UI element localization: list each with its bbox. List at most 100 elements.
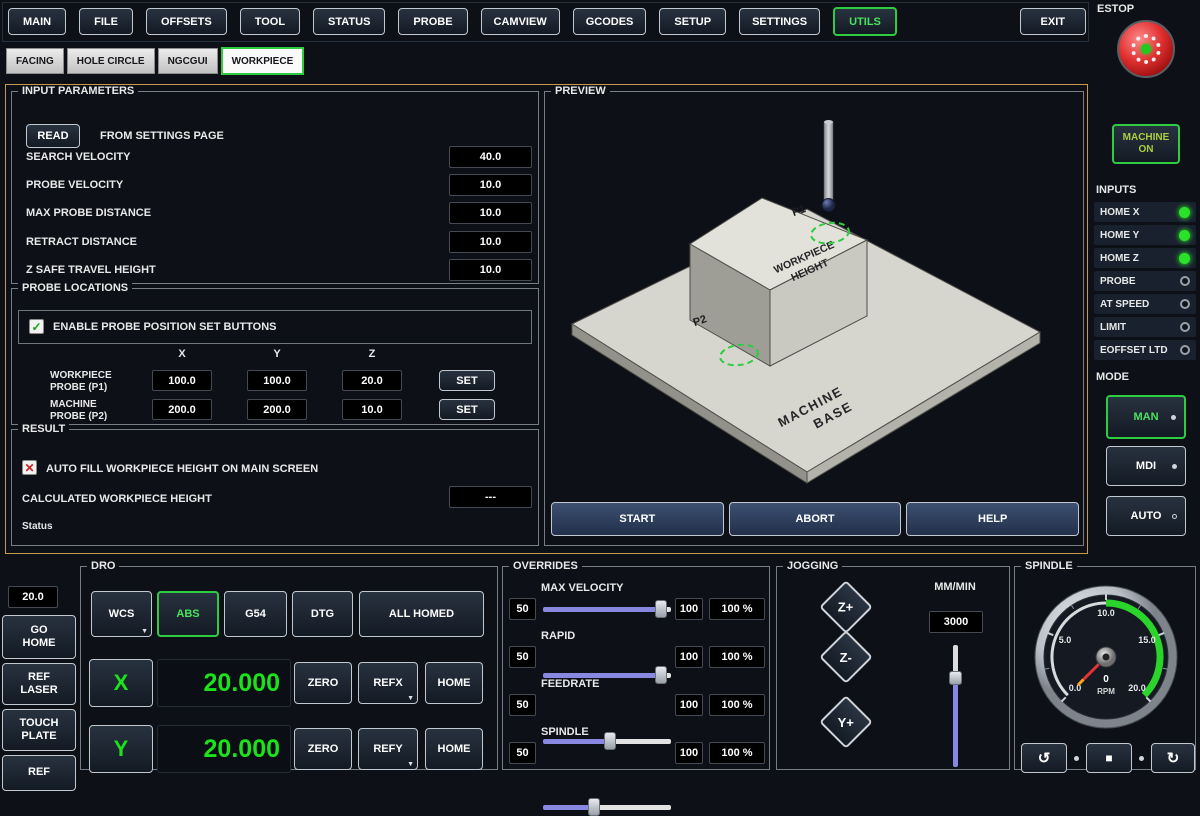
estop-label: ESTOP — [1097, 3, 1134, 15]
preview-title: PREVIEW — [551, 85, 610, 97]
read-button[interactable]: READ — [26, 124, 80, 148]
menu-probe[interactable]: PROBE — [398, 8, 467, 35]
field-label: MAX PROBE DISTANCE — [26, 207, 151, 219]
tab-facing[interactable]: FACING — [6, 48, 64, 74]
spindle-ccw-indicator — [1074, 756, 1079, 761]
enable-probe-checkbox[interactable]: ✓ — [29, 319, 44, 334]
feedrate-max: 100 — [675, 694, 703, 716]
estop-center-light — [1141, 44, 1151, 54]
menu-tool[interactable]: TOOL — [240, 8, 300, 35]
p2-x-field[interactable]: 200.0 — [152, 399, 212, 420]
probe-locations-title: PROBE LOCATIONS — [18, 282, 132, 294]
tab-workpiece[interactable]: WORKPIECE — [221, 47, 305, 75]
tab-ngcgui[interactable]: NGCGUI — [158, 48, 218, 74]
y-ref-button[interactable]: REFY ▼ — [358, 728, 418, 770]
p1-z-field[interactable]: 20.0 — [342, 370, 402, 391]
menu-settings[interactable]: SETTINGS — [739, 8, 820, 35]
input-row-home-z: HOME Z — [1094, 248, 1196, 268]
p1-x-field[interactable]: 100.0 — [152, 370, 212, 391]
abort-button[interactable]: ABORT — [729, 502, 902, 536]
all-homed-button[interactable]: ALL HOMED — [359, 591, 484, 637]
retract-distance-field[interactable]: 10.0 — [449, 231, 532, 253]
abs-button[interactable]: ABS — [157, 591, 219, 637]
p2-z-field[interactable]: 10.0 — [342, 399, 402, 420]
touch-plate-height-field[interactable]: 20.0 — [8, 586, 58, 608]
start-button[interactable]: START — [551, 502, 724, 536]
jog-rate-slider[interactable] — [949, 645, 963, 767]
y-home-button[interactable]: HOME — [425, 728, 483, 770]
estop-button[interactable] — [1117, 20, 1175, 78]
slider-handle[interactable] — [588, 798, 600, 816]
menu-file[interactable]: FILE — [79, 8, 133, 35]
field-label: Z SAFE TRAVEL HEIGHT — [26, 264, 156, 276]
probe-led — [1180, 276, 1190, 286]
search-velocity-field[interactable]: 40.0 — [449, 146, 532, 168]
wcs-button[interactable]: WCS ▼ — [91, 591, 152, 637]
rapid-max: 100 — [675, 646, 703, 668]
slider-handle[interactable] — [949, 671, 962, 685]
spindle-cw-button[interactable]: ↻ — [1151, 743, 1195, 773]
chevron-down-icon: ▼ — [407, 761, 414, 768]
p1-row-label2: PROBE (P1) — [50, 382, 107, 393]
menu-offsets[interactable]: OFFSETS — [146, 8, 227, 35]
go-home-button[interactable]: GO HOME — [2, 615, 76, 659]
dtg-button[interactable]: DTG — [292, 591, 353, 637]
machine-on-button[interactable]: MACHINE ON — [1112, 124, 1180, 164]
spindle-ccw-button[interactable]: ↺ — [1021, 743, 1067, 773]
p1-set-button[interactable]: SET — [439, 370, 495, 391]
menu-gcodes[interactable]: GCODES — [573, 8, 647, 35]
spindle-ovr-min: 50 — [509, 742, 536, 764]
jog-z-minus-button[interactable]: Z- — [819, 630, 873, 684]
tab-hole-circle[interactable]: HOLE CIRCLE — [67, 48, 155, 74]
ref-button[interactable]: REF — [2, 755, 76, 791]
rotate-cw-icon: ↻ — [1167, 749, 1180, 767]
touch-plate-button[interactable]: TOUCH PLATE — [2, 709, 76, 751]
spindle-stop-button[interactable]: ■ — [1086, 743, 1132, 773]
mode-man-button[interactable]: MAN — [1106, 395, 1186, 439]
p2-y-field[interactable]: 200.0 — [247, 399, 307, 420]
x-home-button[interactable]: HOME — [425, 662, 483, 704]
probe-velocity-field[interactable]: 10.0 — [449, 174, 532, 196]
slider-handle[interactable] — [655, 600, 667, 618]
menu-main[interactable]: MAIN — [8, 8, 66, 35]
max-velocity-slider[interactable] — [543, 600, 671, 618]
axis-y-button[interactable]: Y — [89, 725, 153, 773]
max-probe-distance-field[interactable]: 10.0 — [449, 202, 532, 224]
preview-buttons: START ABORT HELP — [551, 502, 1079, 536]
probe-locations-frame: PROBE LOCATIONS ✓ ENABLE PROBE POSITION … — [11, 288, 539, 425]
jog-rate-value[interactable]: 3000 — [929, 611, 983, 633]
jog-y-plus-button[interactable]: Y+ — [819, 695, 873, 749]
x-zero-button[interactable]: ZERO — [294, 662, 352, 704]
slider-handle[interactable] — [604, 732, 616, 750]
jog-z-plus-button[interactable]: Z+ — [819, 580, 873, 634]
help-button[interactable]: HELP — [906, 502, 1079, 536]
mode-title: MODE — [1096, 371, 1129, 383]
mode-auto-button[interactable]: AUTO — [1106, 496, 1186, 536]
x-ref-button[interactable]: REFX ▼ — [358, 662, 418, 704]
p1-y-field[interactable]: 100.0 — [247, 370, 307, 391]
p2-set-button[interactable]: SET — [439, 399, 495, 420]
max-velocity-label: MAX VELOCITY — [541, 582, 624, 594]
exit-button[interactable]: EXIT — [1020, 8, 1086, 35]
menu-status[interactable]: STATUS — [313, 8, 385, 35]
slider-handle[interactable] — [655, 666, 667, 684]
ref-laser-button[interactable]: REF LASER — [2, 663, 76, 705]
mode-mdi-button[interactable]: MDI — [1106, 446, 1186, 486]
z-safe-travel-field[interactable]: 10.0 — [449, 259, 532, 281]
menu-camview[interactable]: CAMVIEW — [481, 8, 560, 35]
column-header-z: Z — [342, 348, 402, 360]
mdi-indicator-dot — [1172, 464, 1177, 469]
feedrate-min: 50 — [509, 694, 536, 716]
axis-x-button[interactable]: X — [89, 659, 153, 707]
autofill-checkbox[interactable]: ✕ — [22, 460, 37, 475]
input-row-home-x: HOME X — [1094, 202, 1196, 222]
input-parameters-frame: INPUT PARAMETERS READ FROM SETTINGS PAGE… — [11, 91, 539, 284]
spindle-ovr-slider[interactable] — [543, 798, 671, 816]
column-header-y: Y — [247, 348, 307, 360]
menu-utils[interactable]: UTILS — [833, 7, 897, 36]
y-zero-button[interactable]: ZERO — [294, 728, 352, 770]
g54-button[interactable]: G54 — [224, 591, 287, 637]
field-label: SEARCH VELOCITY — [26, 151, 131, 163]
menu-setup[interactable]: SETUP — [659, 8, 726, 35]
overrides-frame: OVERRIDES MAX VELOCITY 50 100 100 % RAPI… — [502, 566, 770, 770]
